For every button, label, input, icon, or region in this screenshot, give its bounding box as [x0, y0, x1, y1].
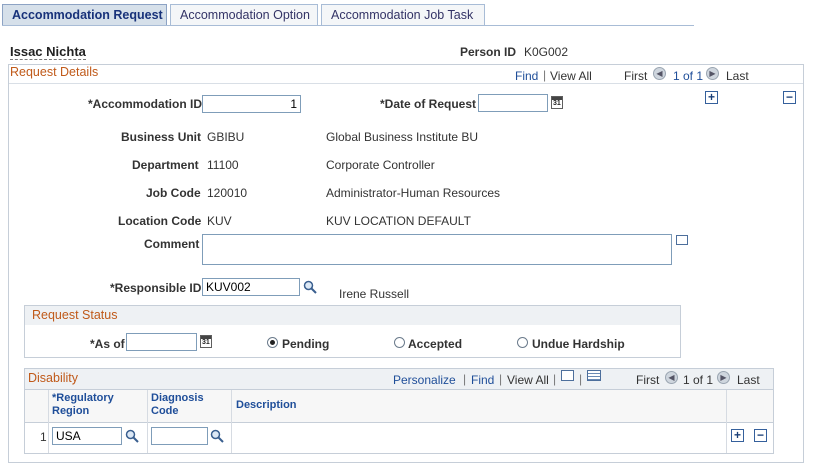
last-label[interactable]: Last	[726, 69, 749, 83]
delete-row-icon[interactable]: −	[754, 429, 767, 442]
responsible-name: Irene Russell	[339, 287, 410, 301]
person-id-value: K0G002	[524, 45, 569, 59]
prev-icon[interactable]: ◀	[653, 67, 666, 80]
job-code-desc: Administrator-Human Resources	[326, 186, 501, 200]
view-all-link[interactable]: View All	[550, 69, 592, 83]
first-label[interactable]: First	[636, 373, 659, 387]
location-code-label: Location Code	[118, 214, 202, 228]
undue-hardship-label: Undue Hardship	[532, 337, 625, 351]
department-code: 11100	[207, 158, 239, 172]
person-id-label: Person ID	[460, 45, 517, 59]
last-label[interactable]: Last	[737, 373, 760, 387]
search-icon[interactable]	[125, 429, 139, 443]
responsible-id-label: *Responsible ID	[110, 281, 202, 295]
radio-pending[interactable]	[267, 337, 278, 348]
diagnosis-code-header-line2: Code	[151, 405, 179, 417]
business-unit-desc: Global Business Institute BU	[326, 130, 479, 144]
diagnosis-code-header[interactable]: Diagnosis Code	[151, 392, 204, 418]
diagnosis-code-input[interactable]	[151, 427, 208, 445]
calendar-icon[interactable]: 31	[551, 96, 563, 109]
diagnosis-code-header-line1: Diagnosis	[151, 392, 204, 404]
column-divider	[48, 390, 49, 453]
regulatory-region-header-line2: Region	[52, 405, 90, 417]
pending-label: Pending	[282, 337, 330, 351]
calendar-day-text: 31	[202, 339, 210, 346]
tab-accommodation-option[interactable]: Accommodation Option	[170, 4, 318, 25]
personalize-link[interactable]: Personalize	[393, 373, 456, 387]
comment-label: Comment	[144, 237, 200, 251]
search-icon[interactable]	[210, 429, 224, 443]
zoom-grid-icon[interactable]	[561, 370, 574, 381]
as-of-input[interactable]	[126, 333, 197, 351]
nav-separator: |	[499, 372, 503, 386]
request-details-divider	[9, 83, 803, 84]
accepted-label: Accepted	[408, 337, 463, 351]
nav-separator: |	[553, 372, 557, 386]
date-of-request-label: *Date of Request	[380, 97, 477, 111]
accommodation-id-label: *Accommodation ID	[88, 97, 203, 111]
department-desc: Corporate Controller	[326, 158, 435, 172]
regulatory-region-input[interactable]: USA	[52, 427, 122, 445]
tab-accommodation-request[interactable]: Accommodation Request	[2, 4, 167, 25]
tab-accommodation-job-task[interactable]: Accommodation Job Task	[321, 4, 485, 25]
tab-underline	[2, 25, 694, 26]
nav-separator: |	[543, 68, 547, 82]
comment-textarea[interactable]	[202, 234, 672, 265]
calendar-day-text: 31	[553, 100, 561, 107]
date-of-request-input[interactable]	[478, 94, 548, 112]
row-count: 1 of 1	[673, 69, 704, 83]
radio-accepted[interactable]	[394, 337, 405, 348]
next-icon[interactable]: ▶	[717, 371, 730, 384]
regulatory-region-header[interactable]: *Regulatory Region	[52, 392, 114, 418]
accommodation-id-input[interactable]: 1	[202, 95, 301, 113]
as-of-label: *As of	[90, 337, 125, 351]
job-code-code: 120010	[207, 186, 248, 200]
nav-separator: |	[579, 372, 583, 386]
column-divider	[147, 390, 148, 453]
row-count: 1 of 1	[683, 373, 714, 387]
request-status-header	[25, 306, 680, 325]
business-unit-code: GBIBU	[207, 130, 245, 144]
request-status-title: Request Status	[32, 308, 118, 322]
location-code-desc: KUV LOCATION DEFAULT	[326, 214, 471, 228]
prev-icon[interactable]: ◀	[665, 371, 678, 384]
calendar-icon[interactable]: 31	[200, 335, 212, 348]
radio-undue-hardship[interactable]	[517, 337, 528, 348]
description-header[interactable]: Description	[236, 399, 297, 411]
expand-comment-icon[interactable]	[676, 235, 688, 245]
download-grid-icon[interactable]	[587, 370, 601, 381]
location-code-code: KUV	[207, 214, 232, 228]
column-header-row	[25, 389, 773, 423]
add-row-icon[interactable]: +	[705, 91, 718, 104]
next-icon[interactable]: ▶	[706, 67, 719, 80]
first-label[interactable]: First	[624, 69, 647, 83]
view-all-link[interactable]: View All	[507, 373, 549, 387]
row-number: 1	[40, 430, 47, 444]
job-code-label: Job Code	[146, 186, 201, 200]
responsible-id-input[interactable]: KUV002	[202, 278, 300, 296]
department-label: Department	[132, 158, 199, 172]
business-unit-label: Business Unit	[121, 130, 202, 144]
disability-title: Disability	[28, 371, 79, 385]
column-divider	[726, 390, 727, 453]
delete-row-icon[interactable]: −	[783, 91, 796, 104]
find-link[interactable]: Find	[515, 69, 538, 83]
nav-separator: |	[463, 372, 467, 386]
add-row-icon[interactable]: +	[731, 429, 744, 442]
regulatory-region-header-line1: *Regulatory	[52, 392, 114, 404]
column-divider	[231, 390, 232, 453]
find-link[interactable]: Find	[471, 373, 494, 387]
request-details-title: Request Details	[10, 65, 99, 79]
search-icon[interactable]	[303, 280, 317, 294]
person-name: Issac Nichta	[10, 44, 86, 60]
